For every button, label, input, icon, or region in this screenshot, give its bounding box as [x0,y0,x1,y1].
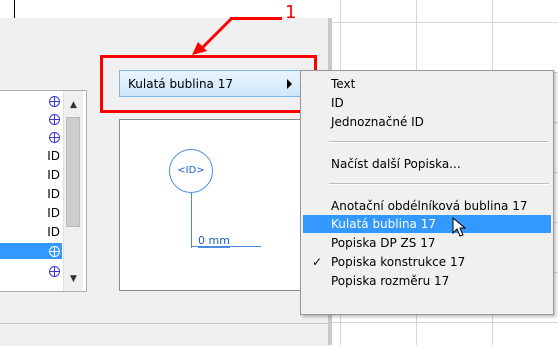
list-item[interactable] [0,263,62,279]
list-item[interactable]: ID [0,148,62,164]
list-item[interactable] [0,93,62,109]
menu-item-annotation-rect[interactable]: Anotační obdélníková bublina 17 [303,197,551,215]
callout-arrow-icon [192,16,234,55]
list-item[interactable]: ID [0,205,62,221]
bubble-preview: <ID> 0 mm [119,119,302,291]
globe-icon [49,96,60,107]
list-item[interactable]: ID [0,186,62,202]
scroll-thumb[interactable] [66,117,80,227]
globe-icon [49,266,60,277]
checkmark-icon: ✓ [312,255,323,269]
menu-item-popiska-rozmeru[interactable]: Popiska rozměru 17 [303,272,551,290]
menu-item-id[interactable]: ID [303,94,551,112]
menu-item-load-more[interactable]: Načíst další Popiska... [303,155,551,173]
callout-highlight-box [100,55,317,113]
list-item-selected[interactable] [0,243,62,259]
globe-icon [49,114,60,125]
globe-icon [49,132,60,143]
list-item[interactable] [0,129,62,145]
list-item[interactable]: ID [0,167,62,183]
callout-line [230,17,282,20]
list-item[interactable]: ID [0,224,62,240]
globe-icon [49,246,60,257]
preview-stem [191,193,192,248]
context-menu: Text ID Jednoznačné ID Načíst další Popi… [300,70,554,315]
menu-item-popiska-dp[interactable]: Popiska DP ZS 17 [303,234,551,252]
scroll-up-icon[interactable]: ▲ [64,97,83,113]
callout-number: 1 [285,2,297,23]
bottom-strip [0,323,330,346]
menu-item-unique-id[interactable]: Jednoznačné ID [303,113,551,131]
menu-item-popiska-konstrukce[interactable]: ✓ Popiska konstrukce 17 [303,253,551,271]
preview-unit-label: 0 mm [198,234,230,248]
preview-bubble: <ID> [169,149,213,193]
divider [14,0,15,18]
menu-item-round-bubble[interactable]: Kulatá bublina 17 [303,215,551,237]
list-scrollbar[interactable]: ▲ ▼ [63,91,83,291]
scroll-down-icon[interactable]: ▼ [64,271,83,287]
menu-separator [329,183,549,185]
menu-separator [329,141,549,143]
style-list[interactable]: ID ID ID ID ID ▲ ▼ [0,90,87,292]
list-item[interactable] [0,111,62,127]
menu-item-text[interactable]: Text [303,75,551,93]
